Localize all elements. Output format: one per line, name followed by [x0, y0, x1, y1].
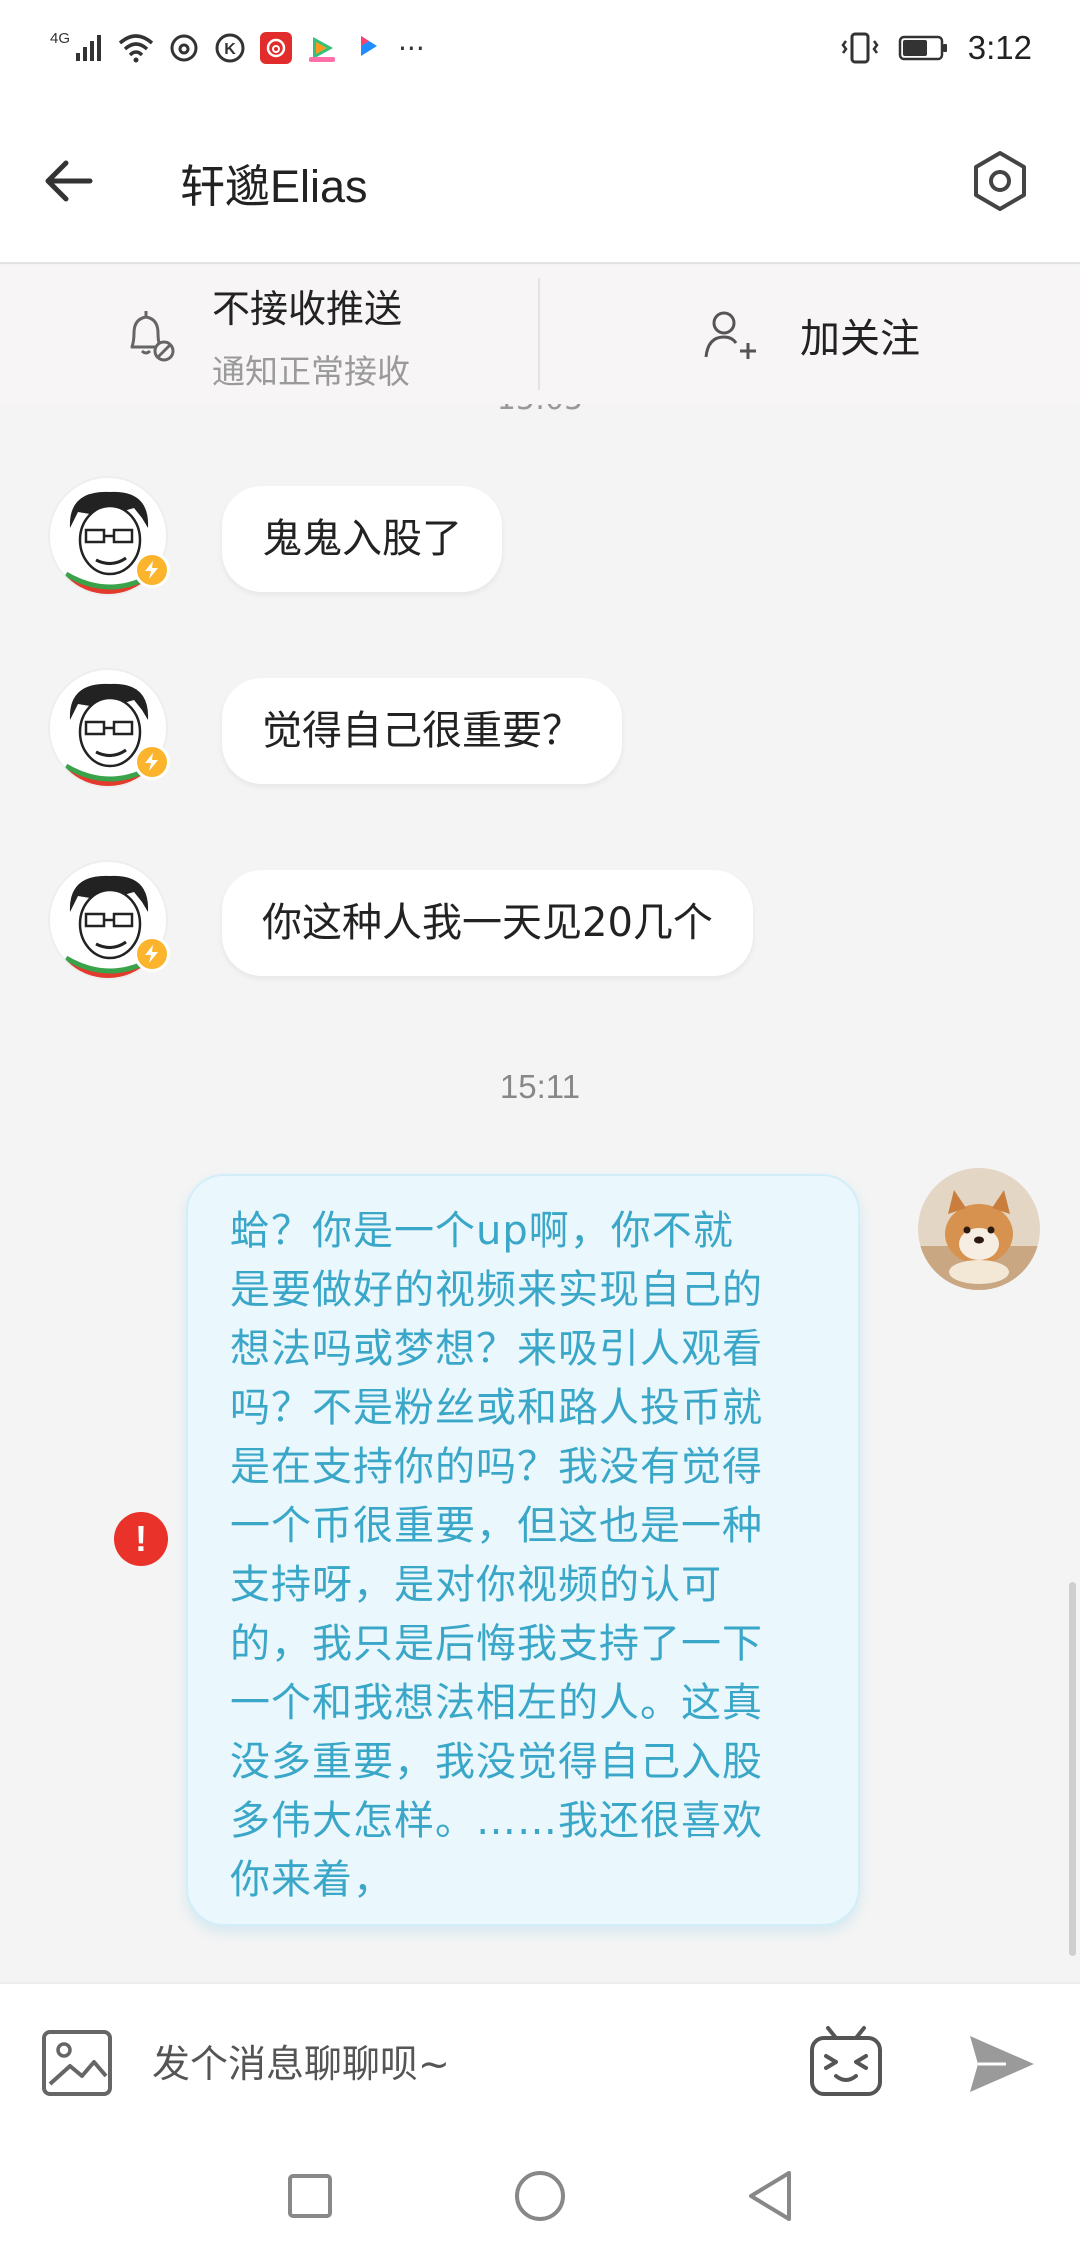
vibrate-icon	[841, 32, 879, 64]
lightning-badge-icon	[134, 936, 170, 972]
message-line: 想法吗或梦想？来吸引人观看	[230, 1326, 763, 1372]
kugou-icon: K	[215, 33, 245, 63]
send-icon	[970, 2036, 1034, 2092]
send-button[interactable]	[966, 2030, 1038, 2098]
image-button[interactable]	[40, 2028, 116, 2100]
recent-apps-button[interactable]	[280, 2166, 340, 2226]
status-right: 3:12	[840, 28, 1032, 68]
message-line: 一个币很重要，但这也是一种	[230, 1503, 763, 1549]
netease-music-icon	[170, 34, 198, 62]
outgoing-message-text: 蛤？你是一个up啊，你不就 是要做好的视频来实现自己的 想法吗或梦想？来吸引人观…	[230, 1202, 828, 1910]
lightning-badge-icon	[134, 552, 170, 588]
push-setting-title: 不接收推送	[212, 286, 403, 331]
chat-header: 轩邈Elias	[0, 96, 1080, 264]
message-bubble-incoming[interactable]: 鬼鬼入股了	[222, 486, 502, 592]
lightning-badge-icon	[134, 744, 170, 780]
emoji-button[interactable]	[808, 2024, 884, 2100]
follow-button[interactable]: 加关注	[540, 266, 1080, 404]
message-line: 一个和我想法相左的人。这真	[230, 1680, 763, 1726]
message-line: 多伟大怎样。……我还很喜欢	[230, 1798, 763, 1844]
follow-label: 加关注	[800, 316, 920, 362]
svg-text:K: K	[224, 41, 236, 58]
network-type: 4G	[50, 29, 71, 47]
message-line: 蛤？你是一个up啊，你不就	[230, 1208, 734, 1254]
message-input[interactable]	[150, 2024, 770, 2104]
status-left: 4G K ···	[50, 28, 425, 68]
chat-area[interactable]: 15:05 鬼鬼入股了	[0, 404, 1080, 1982]
netease-red-icon	[260, 32, 293, 64]
sender-avatar[interactable]	[48, 476, 170, 596]
message-line: 是要做好的视频来实现自己的	[230, 1267, 763, 1313]
youku-icon	[352, 32, 385, 64]
back-nav-button[interactable]	[740, 2166, 800, 2226]
mute-push-button[interactable]: 不接收推送 通知正常接收	[0, 266, 540, 404]
sender-avatar[interactable]	[48, 668, 170, 788]
clock: 3:12	[967, 29, 1032, 66]
message-line: 没多重要，我没觉得自己入股	[230, 1739, 763, 1785]
scrollbar[interactable]	[1069, 1582, 1076, 1956]
sender-avatar[interactable]	[48, 860, 170, 980]
push-setting-text: 不接收推送 通知正常接收	[212, 278, 410, 393]
message-bubble-incoming[interactable]: 你这种人我一天见20几个	[222, 870, 753, 976]
status-bar: 4G K ··· 3:12	[0, 0, 1080, 96]
triangle-back-icon	[749, 2171, 791, 2221]
message-bubble-incoming[interactable]: 觉得自己很重要？	[222, 678, 622, 784]
image-icon	[42, 2030, 112, 2096]
chat-title: 轩邈Elias	[180, 161, 368, 212]
push-setting-subtitle: 通知正常接收	[212, 351, 410, 391]
more-notifications: ···	[398, 31, 425, 65]
circle-icon	[515, 2171, 565, 2221]
message-bubble-outgoing[interactable]: 蛤？你是一个up啊，你不就 是要做好的视频来实现自己的 想法吗或梦想？来吸引人观…	[186, 1174, 860, 1926]
timestamp-partial: 15:05	[0, 404, 1080, 417]
arrow-left-icon	[45, 160, 93, 202]
system-nav-bar	[0, 2142, 1080, 2244]
battery-icon	[898, 35, 947, 61]
settings-button[interactable]	[960, 146, 1040, 216]
message-input-bar	[0, 1982, 1080, 2142]
bilibili-tv-emoji-icon	[810, 2026, 882, 2096]
bell-muted-icon	[130, 311, 175, 362]
square-icon	[288, 2174, 332, 2218]
back-button[interactable]	[40, 146, 130, 216]
add-user-icon	[704, 311, 756, 359]
message-timestamp: 15:11	[499, 1068, 581, 1105]
wifi-icon	[118, 34, 154, 63]
hexagon-settings-icon	[974, 151, 1026, 211]
message-line: 的，我只是后悔我支持了一下	[230, 1621, 763, 1667]
signal-icon	[76, 35, 102, 61]
tencent-video-icon	[306, 32, 339, 64]
message-line: 吗？不是粉丝或和路人投币就	[230, 1385, 763, 1431]
message-line: 是在支持你的吗？我没有觉得	[230, 1444, 763, 1490]
message-line: 支持呀，是对你视频的认可	[230, 1562, 722, 1608]
home-button[interactable]	[510, 2166, 570, 2226]
message-line: 你来着，	[230, 1857, 394, 1903]
send-failed-icon[interactable]: !	[114, 1512, 168, 1566]
self-avatar[interactable]	[918, 1168, 1040, 1290]
action-strip: 不接收推送 通知正常接收 加关注	[0, 266, 1080, 404]
